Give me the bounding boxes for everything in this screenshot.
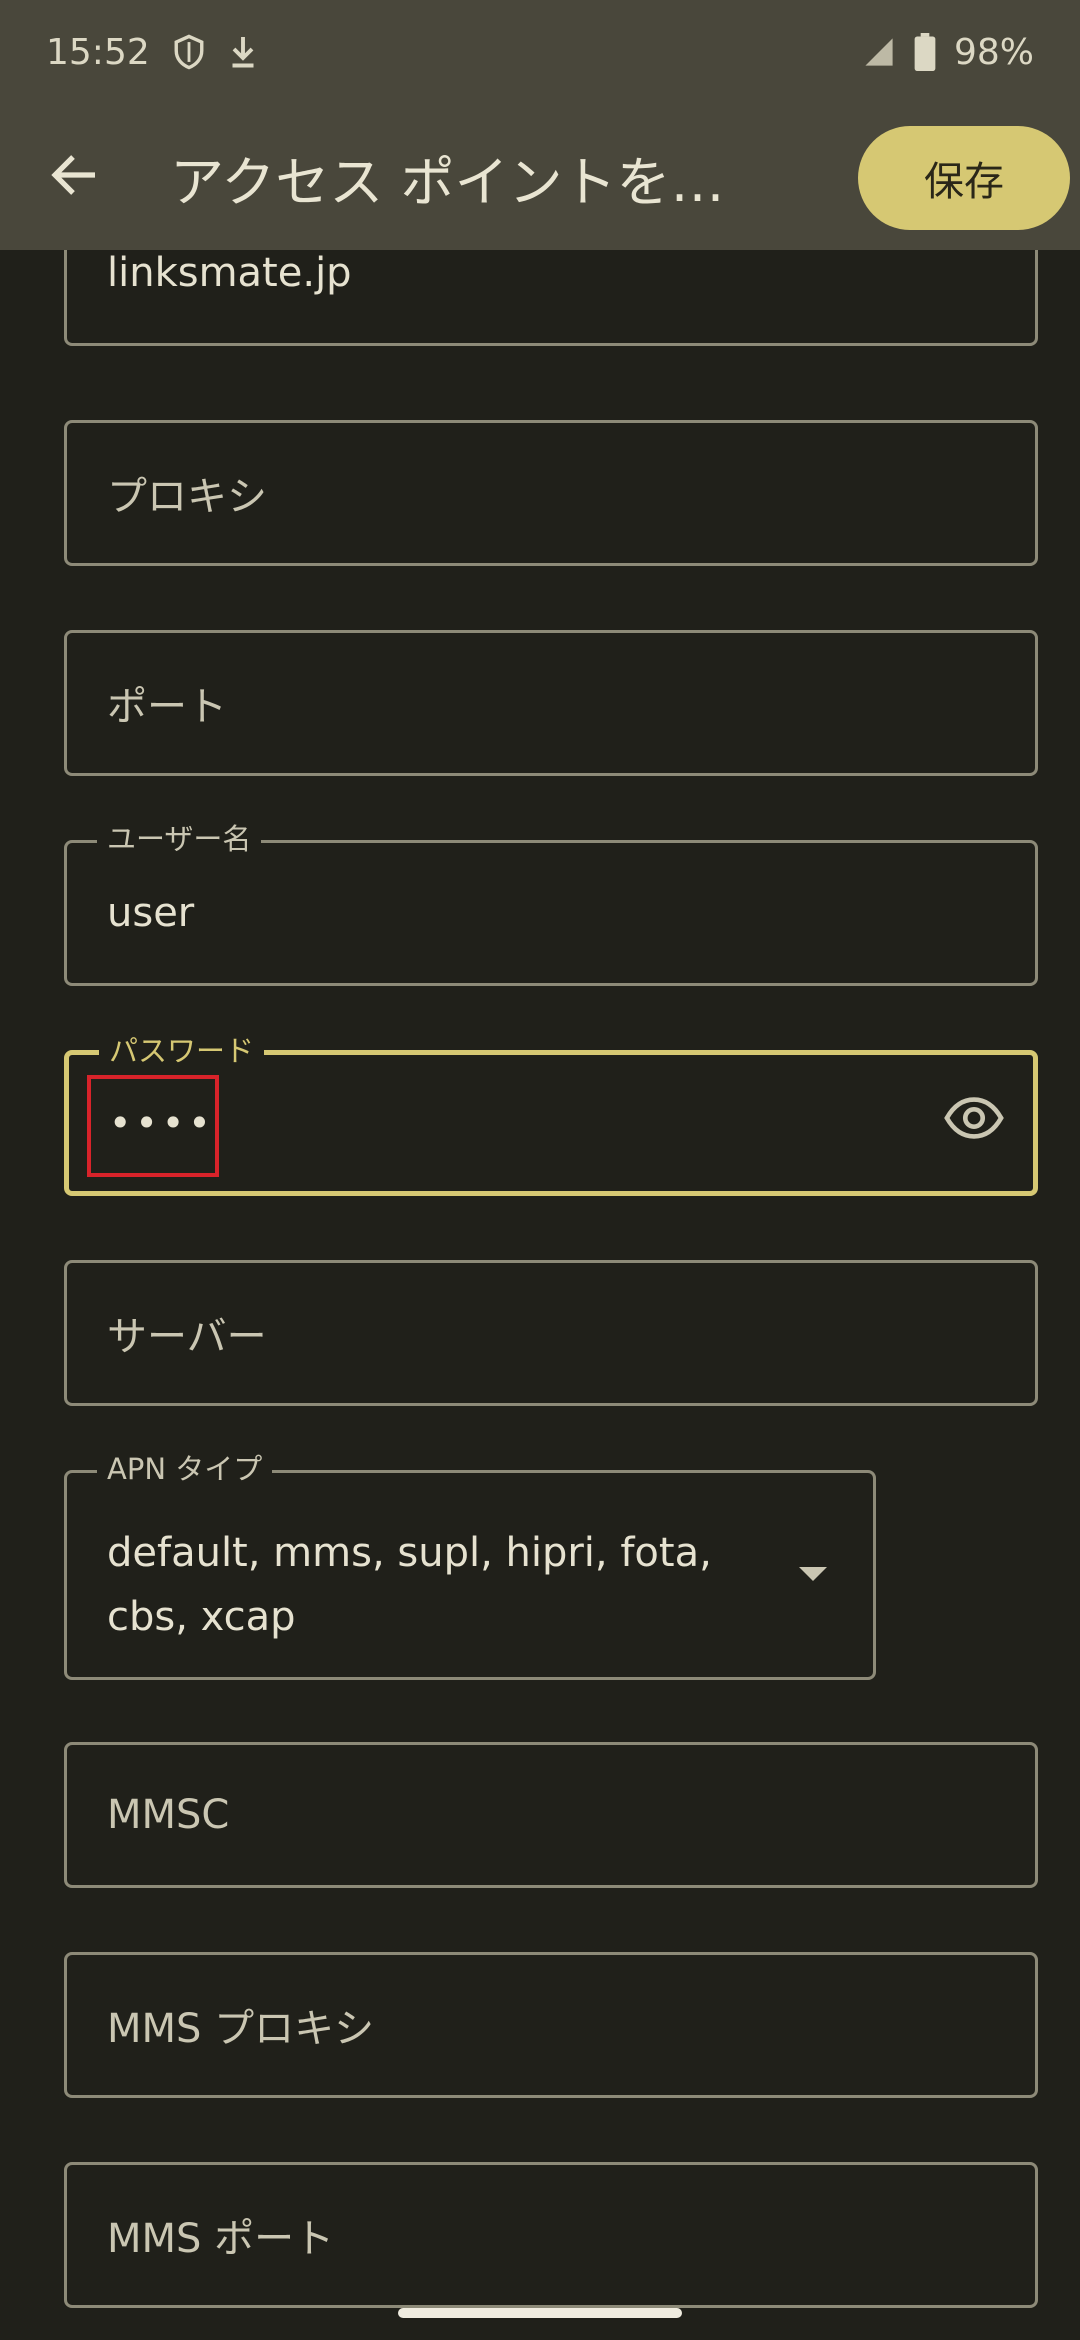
username-field[interactable]: ユーザー名 user	[64, 821, 1038, 986]
password-field[interactable]: パスワード ••••	[64, 1033, 1038, 1196]
status-time: 15:52	[46, 31, 150, 73]
apn-type-value: default, mms, supl, hipri, fota, cbs, xc…	[107, 1530, 712, 1640]
dropdown-arrow-icon	[799, 1567, 827, 1581]
page-title: アクセス ポイントを…	[170, 150, 725, 214]
port-placeholder: ポート	[107, 684, 227, 730]
server-field[interactable]: サーバー	[64, 1260, 1038, 1406]
save-button[interactable]: 保存	[858, 126, 1070, 230]
port-field[interactable]: ポート	[64, 630, 1038, 776]
password-label: パスワード	[99, 1033, 265, 1069]
battery-icon	[914, 33, 936, 71]
mms-proxy-field[interactable]: MMS プロキシ	[64, 1952, 1038, 2098]
mms-proxy-placeholder: MMS プロキシ	[107, 2006, 375, 2052]
shield-icon	[172, 33, 206, 71]
battery-percent: 98%	[953, 31, 1034, 73]
apn-type-label: APN タイプ	[97, 1451, 273, 1487]
arrow-left-icon	[51, 153, 99, 201]
proxy-placeholder: プロキシ	[107, 474, 267, 520]
download-icon	[228, 34, 258, 70]
status-bar: 15:52 98%	[0, 0, 1080, 104]
apn-field[interactable]: linksmate.jp	[64, 250, 1038, 346]
apn-form: linksmate.jp プロキシ ポート ユーザー名 user パスワード •…	[0, 250, 1080, 2340]
mms-port-field[interactable]: MMS ポート	[64, 2162, 1038, 2308]
apn-type-dropdown[interactable]: APN タイプ default, mms, supl, hipri, fota,…	[64, 1451, 876, 1680]
proxy-field[interactable]: プロキシ	[64, 420, 1038, 566]
mmsc-field[interactable]: MMSC	[64, 1742, 1038, 1888]
signal-icon	[862, 35, 896, 69]
username-label: ユーザー名	[97, 821, 262, 857]
app-bar: アクセス ポイントを… 保存	[0, 104, 1080, 250]
navigation-handle[interactable]	[398, 2308, 682, 2318]
back-button[interactable]	[0, 104, 150, 250]
eye-icon[interactable]	[943, 1096, 1005, 1150]
highlight-box	[87, 1075, 219, 1177]
server-placeholder: サーバー	[107, 1314, 267, 1360]
apn-value: linksmate.jp	[107, 250, 352, 296]
username-value: user	[107, 890, 195, 936]
mmsc-placeholder: MMSC	[107, 1792, 230, 1838]
mms-port-placeholder: MMS ポート	[107, 2216, 335, 2262]
